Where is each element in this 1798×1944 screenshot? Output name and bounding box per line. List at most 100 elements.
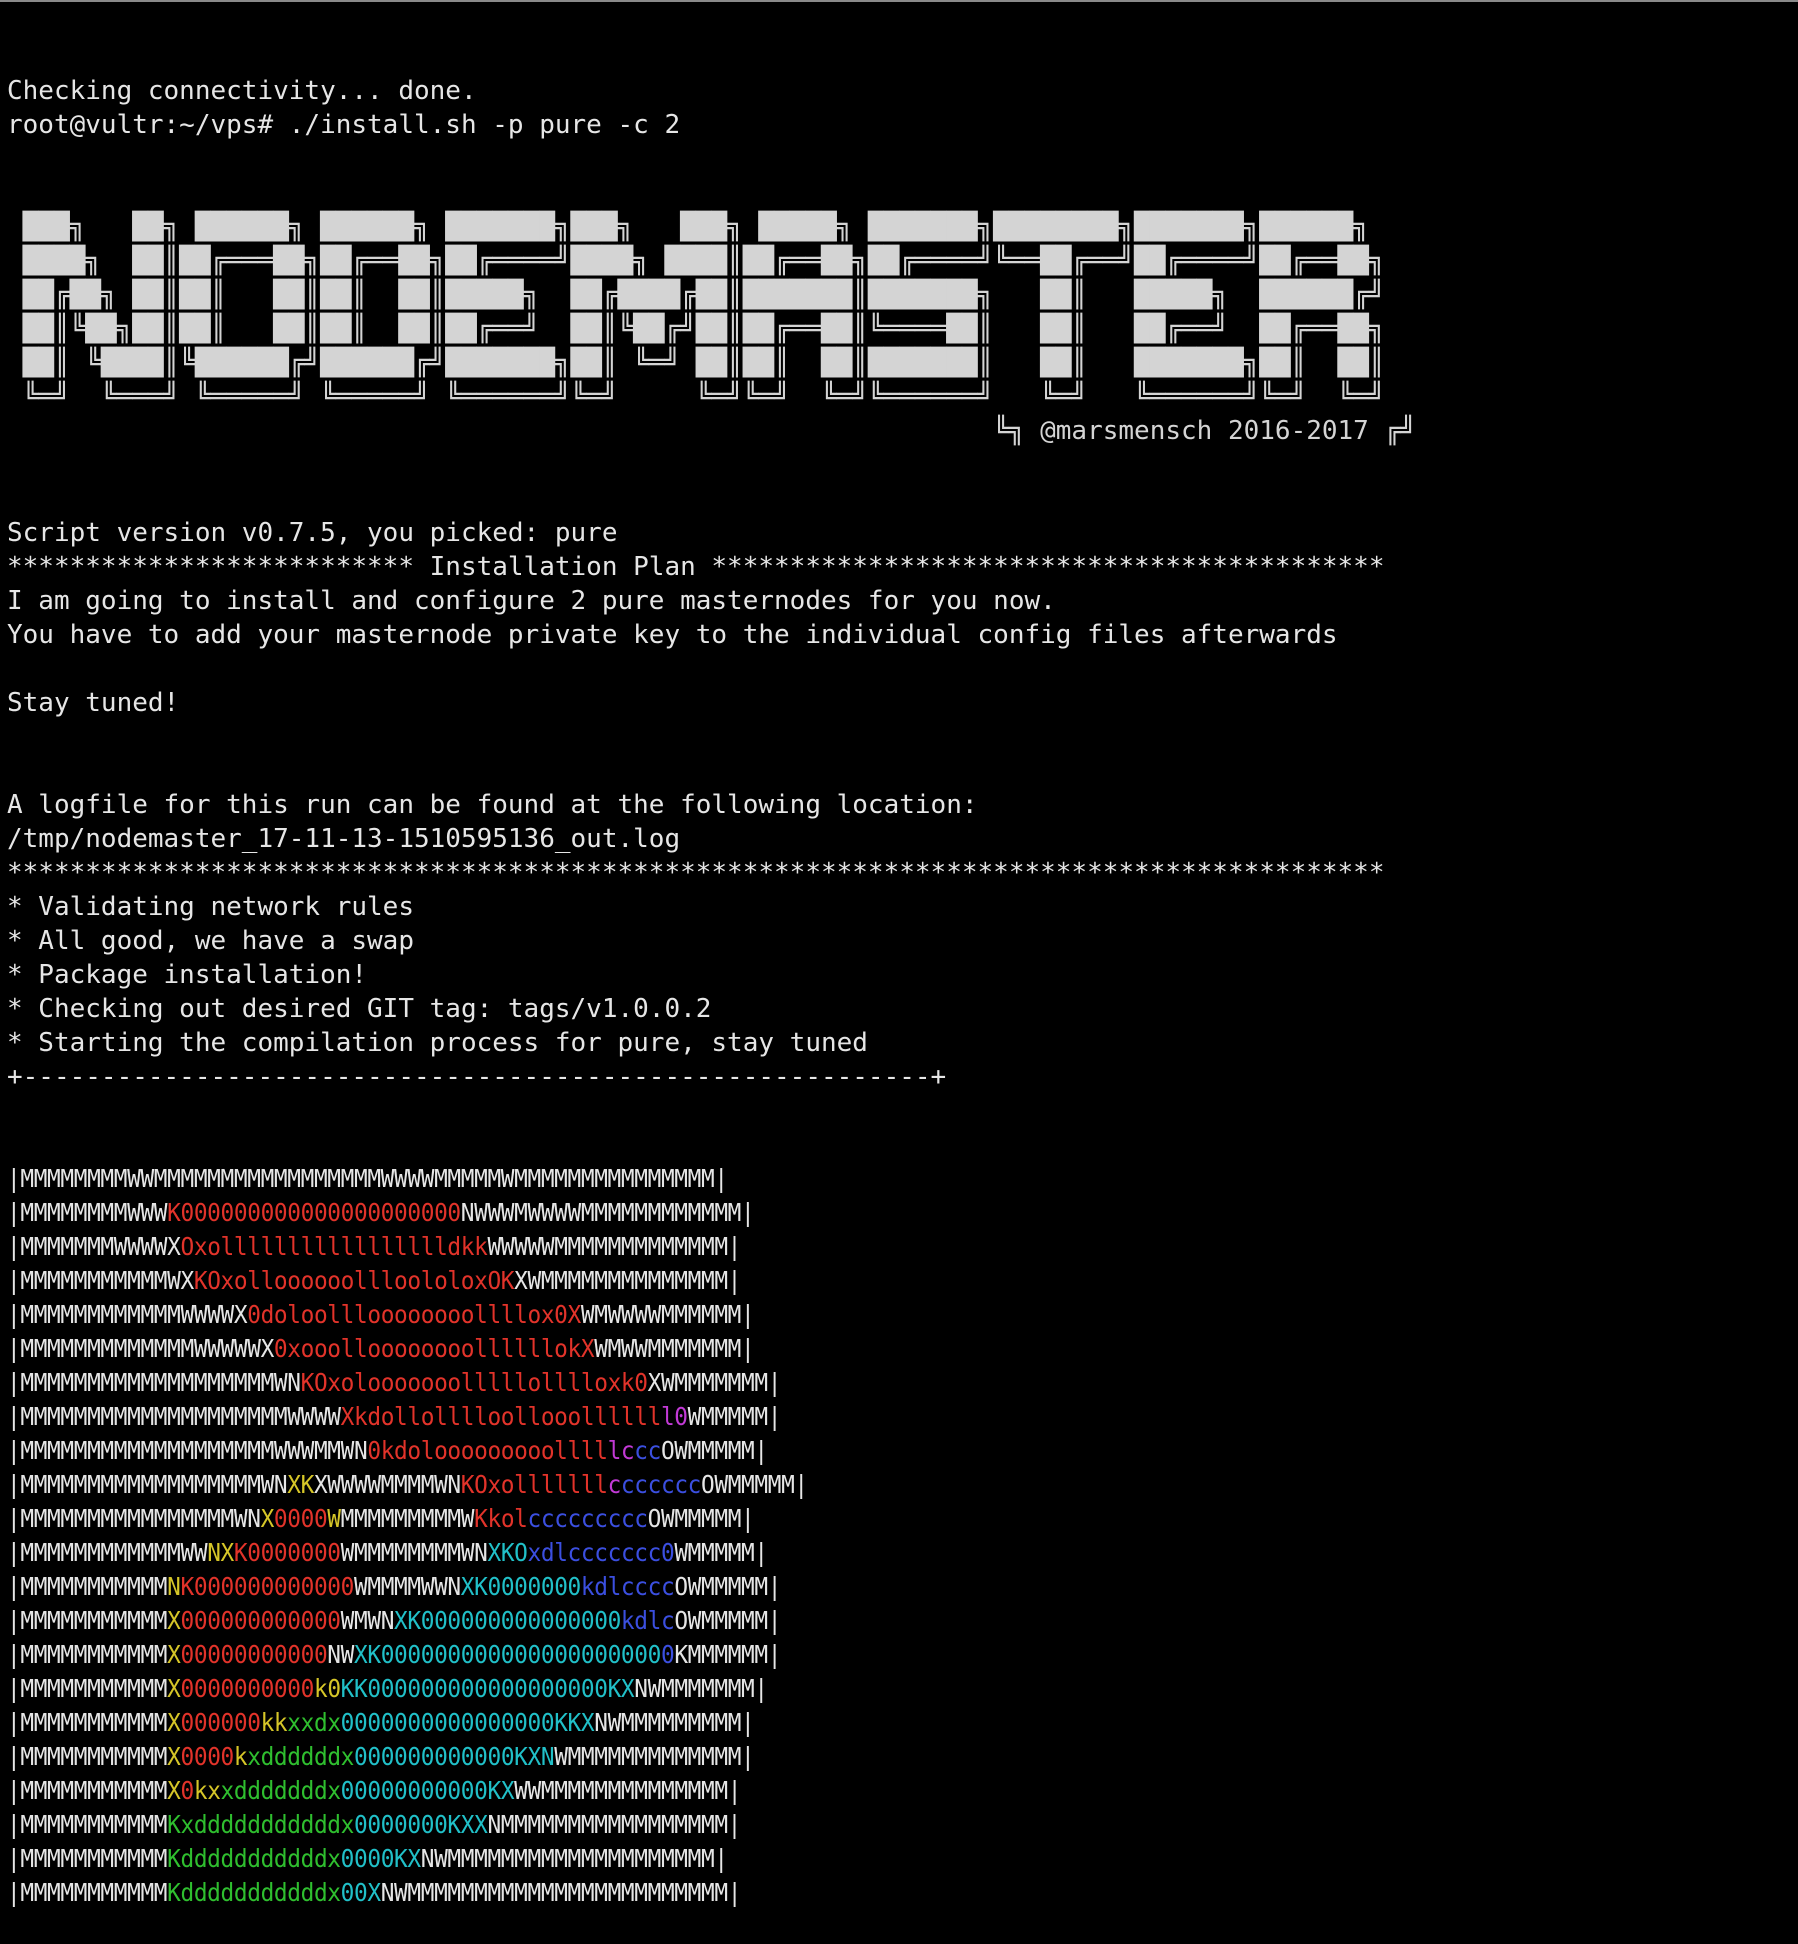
art-segment: N bbox=[167, 1572, 181, 1601]
art-segment: NWMMMMMMMMM| bbox=[594, 1708, 755, 1737]
art-segment: |MMMMMMMMMMM bbox=[7, 1708, 168, 1737]
art-segment: xdlccccccc0 bbox=[527, 1538, 675, 1567]
art-row: |MMMMMMMMMMMX000000kkxxdx000000000000000… bbox=[7, 1706, 1667, 1740]
art-segment: kk bbox=[260, 1708, 288, 1737]
terminal-line: * All good, we have a swap bbox=[7, 926, 414, 956]
art-segment: xddddddx bbox=[247, 1742, 355, 1771]
art-segment: K0000000 bbox=[233, 1538, 341, 1567]
art-segment: KOxolooooooolllllolllloxk0 bbox=[300, 1368, 648, 1397]
art-segment: kdlc bbox=[620, 1606, 675, 1635]
art-segment: OWMMMMM| bbox=[660, 1436, 768, 1465]
art-segment: 0xooolloooooooollllllokX bbox=[273, 1334, 595, 1363]
art-segment: k bbox=[233, 1742, 248, 1771]
terminal-line: root@vultr:~/vps# ./install.sh -p pure -… bbox=[7, 110, 681, 140]
terminal-line: * Package installation! bbox=[7, 960, 368, 990]
art-segment: |MMMMMMMMMMMMMMMMWN bbox=[7, 1504, 261, 1533]
window-top-border bbox=[0, 0, 1798, 2]
banner-line: ████╗ ██║██╔═══██╗██╔══██╗██╔════╝████╗ … bbox=[7, 246, 1385, 276]
art-segment: |MMMMMMMWWWWX bbox=[7, 1232, 181, 1261]
art-segment: xxdx bbox=[287, 1708, 341, 1737]
art-segment: |MMMMMMMMMMM bbox=[7, 1606, 168, 1635]
terminal-line: ************************** Installation … bbox=[7, 552, 1385, 582]
art-segment: NMMMMMMMMMMMMMMMMM| bbox=[487, 1810, 742, 1839]
terminal-line: Stay tuned! bbox=[7, 688, 180, 718]
art-segment: WMWN bbox=[340, 1606, 395, 1635]
art-segment: |MMMMMMMMMMM bbox=[7, 1776, 168, 1805]
art-segment: Xkdollolllloollooollllll bbox=[340, 1402, 662, 1431]
art-segment: W bbox=[327, 1504, 341, 1533]
art-row: |MMMMMMMMMMMX00000000000NWXK000000000000… bbox=[7, 1638, 1667, 1672]
install-log: Script version v0.7.5, you picked: pure *… bbox=[7, 516, 1792, 1094]
art-segment: WWMMMMMMMMMMMMMM| bbox=[514, 1776, 742, 1805]
art-row: |MMMMMMMMMMMMMMMMMMMWNKOxolooooooolllllo… bbox=[7, 1366, 1667, 1400]
art-segment: WMMMMM| bbox=[674, 1538, 768, 1567]
art-segment: WWWWWMMMMMMMMMMMMM| bbox=[487, 1232, 742, 1261]
art-segment: 0000000KXX bbox=[353, 1810, 488, 1839]
art-row: |MMMMMMMMMMMMMMMMMMMWWWMMWN0kdoloooooooo… bbox=[7, 1434, 1667, 1468]
art-segment: XWWWWMMMMWN bbox=[313, 1470, 461, 1499]
art-segment: Kdddddddddddx bbox=[167, 1878, 341, 1907]
art-segment: KOxolloooooollloololoxOK bbox=[193, 1266, 515, 1295]
art-row: |MMMMMMMMMMMMWWWWX0doloollloooooooollllo… bbox=[7, 1298, 1667, 1332]
art-segment: 0000 bbox=[273, 1504, 328, 1533]
art-segment: |MMMMMMMMMMMMWW bbox=[7, 1538, 208, 1567]
art-row: |MMMMMMMMMMMMMMMMMMWNXKXWWWWMMMMWNKOxoll… bbox=[7, 1468, 1667, 1502]
art-segment: OWMMMMM| bbox=[674, 1572, 782, 1601]
art-segment: kdlcccc bbox=[580, 1572, 675, 1601]
art-segment: 00000000000 bbox=[180, 1640, 328, 1669]
art-row: |MMMMMMMMMMMWXKOxolloooooollloololoxOKXW… bbox=[7, 1264, 1667, 1298]
art-segment: |MMMMMMMMWWMMMMMMMMMMMMMMMMMWWWWMMMMMWMM… bbox=[7, 1164, 728, 1193]
art-segment: NWWWMWWWWMMMMMMMMMMMM| bbox=[460, 1198, 755, 1227]
art-segment: NWMMMMMMM| bbox=[634, 1674, 768, 1703]
terminal-line: You have to add your masternode private … bbox=[7, 620, 1338, 650]
banner-line: ╚╗ @marsmensch 2016-2017 ╔╝ bbox=[7, 416, 1416, 446]
banner-line: ██╔██╗ ██║██║ ██║██║ ██║█████╗ ██╔████╔█… bbox=[7, 280, 1385, 310]
art-row: |MMMMMMMMMMMKdddddddddddx0000KXNWMMMMMMM… bbox=[7, 1842, 1667, 1876]
art-segment: Kdddddddddddx bbox=[167, 1844, 341, 1873]
art-segment: |MMMMMMMMMMM bbox=[7, 1810, 168, 1839]
art-segment: X bbox=[167, 1708, 181, 1737]
art-row: |MMMMMMMMMMMMWWNXK0000000WMMMMMMMMWNXKOx… bbox=[7, 1536, 1667, 1570]
art-segment: 0doloollloooooooollllox0X bbox=[247, 1300, 581, 1329]
art-row: |MMMMMMMMMMMMMMMMMMMMWWWWXkdollollllooll… bbox=[7, 1400, 1667, 1434]
art-segment: XK000000000000000000000 bbox=[354, 1640, 661, 1669]
art-segment: |MMMMMMMMMMMMWWWWX bbox=[7, 1300, 248, 1329]
art-segment: X bbox=[167, 1640, 181, 1669]
art-segment: KK000000000000000000KX bbox=[340, 1674, 635, 1703]
terminal-line: Script version v0.7.5, you picked: pure bbox=[7, 518, 618, 548]
terminal-line: A logfile for this run can be found at t… bbox=[7, 790, 978, 820]
terminal-output[interactable]: Checking connectivity... done. root@vultr… bbox=[7, 6, 1792, 1944]
terminal-line: I am going to install and configure 2 pu… bbox=[7, 586, 1056, 616]
art-segment: 00X bbox=[340, 1878, 381, 1907]
art-segment: XK0000000 bbox=[460, 1572, 581, 1601]
art-segment: k0 bbox=[313, 1674, 341, 1703]
art-segment: X bbox=[167, 1606, 181, 1635]
terminal-line: Checking connectivity... done. bbox=[7, 76, 477, 106]
art-segment: |MMMMMMMMMMM bbox=[7, 1878, 168, 1907]
art-segment: Oxollllllllllllllllldkk bbox=[180, 1232, 488, 1261]
art-segment: l0 bbox=[660, 1402, 688, 1431]
art-segment: XK bbox=[287, 1470, 314, 1499]
art-segment: xdddddddx bbox=[220, 1776, 341, 1805]
art-segment: |MMMMMMMMMMM bbox=[7, 1572, 168, 1601]
art-segment: OWMMMMM| bbox=[701, 1470, 808, 1499]
art-segment: XWMMMMMMM| bbox=[647, 1368, 782, 1397]
art-segment: |MMMMMMMMMMMWX bbox=[7, 1266, 194, 1295]
art-segment: MMMMMMMMMW bbox=[340, 1504, 475, 1533]
art-segment: |MMMMMMMMMMM bbox=[7, 1844, 168, 1873]
command-block: Checking connectivity... done. root@vultr… bbox=[7, 74, 1792, 142]
art-segment: |MMMMMMMMMMM bbox=[7, 1640, 168, 1669]
art-segment: 000000000000 bbox=[180, 1606, 342, 1635]
terminal-line: * Validating network rules bbox=[7, 892, 414, 922]
art-segment: |MMMMMMMMWWW bbox=[7, 1198, 168, 1227]
art-row: |MMMMMMMMMMMX0000kxddddddx000000000000KX… bbox=[7, 1740, 1667, 1774]
art-row: |MMMMMMMMWWMMMMMMMMMMMMMMMMMWWWWMMMMMWMM… bbox=[7, 1162, 1667, 1196]
art-segment: K000000000000000000000 bbox=[167, 1198, 461, 1227]
art-segment: WMMMMMMMMWN bbox=[340, 1538, 488, 1567]
art-row: |MMMMMMMMMMMKxdddddddddddx0000000KXXNMMM… bbox=[7, 1808, 1667, 1842]
art-segment: cc bbox=[634, 1436, 661, 1465]
art-segment: WMMMMWWN bbox=[354, 1572, 461, 1601]
art-row: |MMMMMMMMMMMMMWWWWWX0xooolloooooooolllll… bbox=[7, 1332, 1667, 1366]
